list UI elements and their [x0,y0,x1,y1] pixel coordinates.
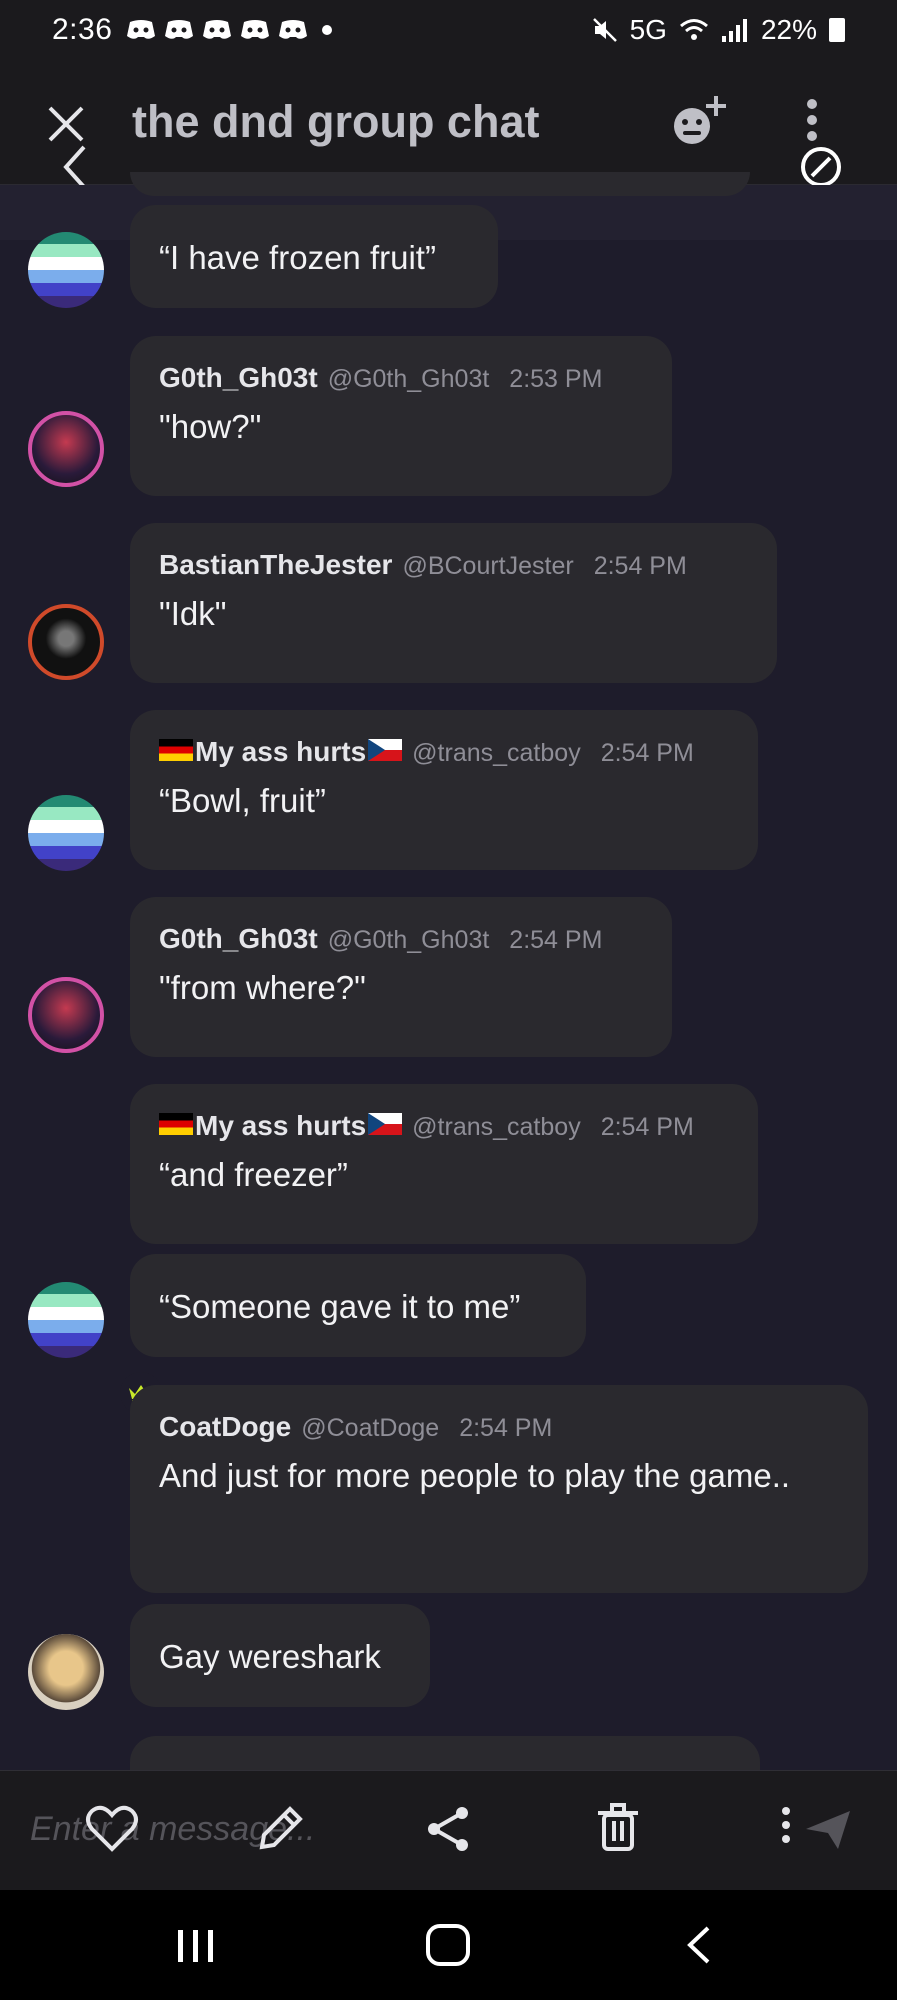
back-icon[interactable] [668,1920,728,1970]
message-time: 2:54 PM [600,1113,694,1141]
message-handle[interactable]: @G0th_Gh03t [328,926,490,955]
message-handle[interactable]: @BCourtJester [402,552,573,581]
message-item[interactable]: G0th_Gh03t @G0th_Gh03t 2:54 PM "from whe… [0,897,897,1057]
message-text: “Bowl, fruit” [159,782,326,819]
message-author[interactable]: My ass hurts [195,736,366,768]
home-icon[interactable] [418,1920,478,1970]
message-text: “and freezer” [159,1156,348,1193]
message-text: And just for more people to play the gam… [159,1457,791,1494]
more-notifications-dot [322,25,333,35]
message-handle[interactable]: @G0th_Gh03t [328,365,490,394]
message-meta: My ass hurts @trans_catboy 2:54 PM [159,1110,730,1142]
signal-icon [721,19,747,42]
message-bubble[interactable]: My ass hurts @trans_catboy 2:54 PM “and … [130,1084,758,1244]
trash-icon[interactable] [588,1799,648,1859]
message-bubble[interactable]: G0th_Gh03t @G0th_Gh03t 2:54 PM "from whe… [130,897,672,1057]
previous-message-bubble [130,172,750,196]
message-text: Gay wereshark [159,1638,381,1675]
czech-flag-icon [368,739,403,761]
message-text: “I have frozen fruit” [159,239,436,276]
message-author[interactable]: G0th_Gh03t [159,362,318,394]
message-handle[interactable]: @trans_catboy [412,739,581,768]
discord-notification-icon [165,20,194,39]
avatar[interactable] [28,1282,104,1358]
wifi-icon [679,19,708,40]
pencil-icon[interactable] [250,1799,310,1859]
message-author[interactable]: G0th_Gh03t [159,923,318,955]
notification-icons [126,18,308,42]
battery-percent: 22% [760,14,817,45]
message-time: 2:54 PM [600,739,694,767]
avatar[interactable] [28,1634,104,1710]
germany-flag-icon [159,1113,193,1135]
message-bubble[interactable]: CoatDoge @CoatDoge 2:54 PM And just for … [130,1385,868,1593]
message-item[interactable]: “Someone gave it to me” [0,1254,897,1359]
discord-notification-icon [279,20,308,39]
message-text: "Idk" [159,595,227,632]
message-text: "from where?" [159,969,366,1006]
message-text: “Someone gave it to me” [159,1288,521,1325]
message-bubble[interactable]: BastianTheJester @BCourtJester 2:54 PM "… [130,523,777,683]
message-handle[interactable]: @CoatDoge [301,1414,439,1443]
message-time: 2:54 PM [509,926,603,954]
message-time: 2:54 PM [593,552,687,580]
system-nav-bar [0,1890,897,2000]
avatar[interactable] [28,232,104,308]
share-icon[interactable] [418,1799,478,1859]
message-author[interactable]: My ass hurts [195,1110,366,1142]
chat-header: the dnd group chat [0,60,897,189]
message-item[interactable]: G0th_Gh03t @G0th_Gh03t 2:53 PM "how?" [0,336,897,496]
message-bubble[interactable]: “I have frozen fruit” [130,205,498,308]
discord-notification-icon [203,20,232,39]
avatar[interactable] [28,604,104,680]
message-author[interactable]: BastianTheJester [159,549,392,581]
message-author[interactable]: CoatDoge [159,1411,291,1443]
close-icon[interactable] [42,100,90,148]
message-meta: BastianTheJester @BCourtJester 2:54 PM [159,549,749,581]
avatar[interactable] [28,411,104,487]
mute-icon [592,18,617,42]
message-bubble[interactable]: My ass hurts @trans_catboy 2:54 PM “Bowl… [130,710,758,870]
message-bubble[interactable]: G0th_Gh03t @G0th_Gh03t 2:53 PM "how?" [130,336,672,496]
czech-flag-icon [368,1113,403,1135]
send-icon[interactable] [798,1799,858,1859]
message-item[interactable]: My ass hurts @trans_catboy 2:54 PM “and … [0,1084,897,1244]
avatar[interactable] [28,977,104,1053]
status-time: 2:36 [52,13,113,46]
germany-flag-icon [159,739,193,761]
discord-notification-icon [241,20,270,39]
chat-title: the dnd group chat [132,96,540,147]
message-bubble[interactable]: “Someone gave it to me” [130,1254,586,1357]
heart-icon[interactable] [82,1799,142,1859]
message-item[interactable]: Gay wereshark [0,1604,897,1710]
message-item[interactable]: BastianTheJester @BCourtJester 2:54 PM "… [0,523,897,683]
message-text: "how?" [159,408,262,445]
message-time: 2:54 PM [459,1414,553,1442]
message-item[interactable]: My ass hurts @trans_catboy 2:54 PM “Bowl… [0,710,897,871]
status-right: 5G 22% [592,14,845,46]
message-handle[interactable]: @trans_catboy [412,1113,581,1142]
message-meta: G0th_Gh03t @G0th_Gh03t 2:54 PM [159,923,644,955]
message-item[interactable]: “I have frozen fruit” [0,200,897,310]
battery-icon [829,18,845,42]
discord-notification-icon [127,20,156,39]
message-composer [0,1770,897,1890]
message-item[interactable]: CoatDoge @CoatDoge 2:54 PM And just for … [0,1385,897,1595]
message-bubble[interactable]: Gay wereshark [130,1604,430,1707]
add-member-icon[interactable] [668,90,732,154]
message-meta: CoatDoge @CoatDoge 2:54 PM [159,1411,840,1443]
network-type: 5G [629,14,667,45]
message-meta: My ass hurts @trans_catboy 2:54 PM [159,736,730,768]
message-meta: G0th_Gh03t @G0th_Gh03t 2:53 PM [159,362,644,394]
recent-apps-icon[interactable] [166,1920,226,1970]
message-time: 2:53 PM [509,365,603,393]
avatar[interactable] [28,795,104,871]
status-bar: 2:36 5G 22% [0,0,897,60]
